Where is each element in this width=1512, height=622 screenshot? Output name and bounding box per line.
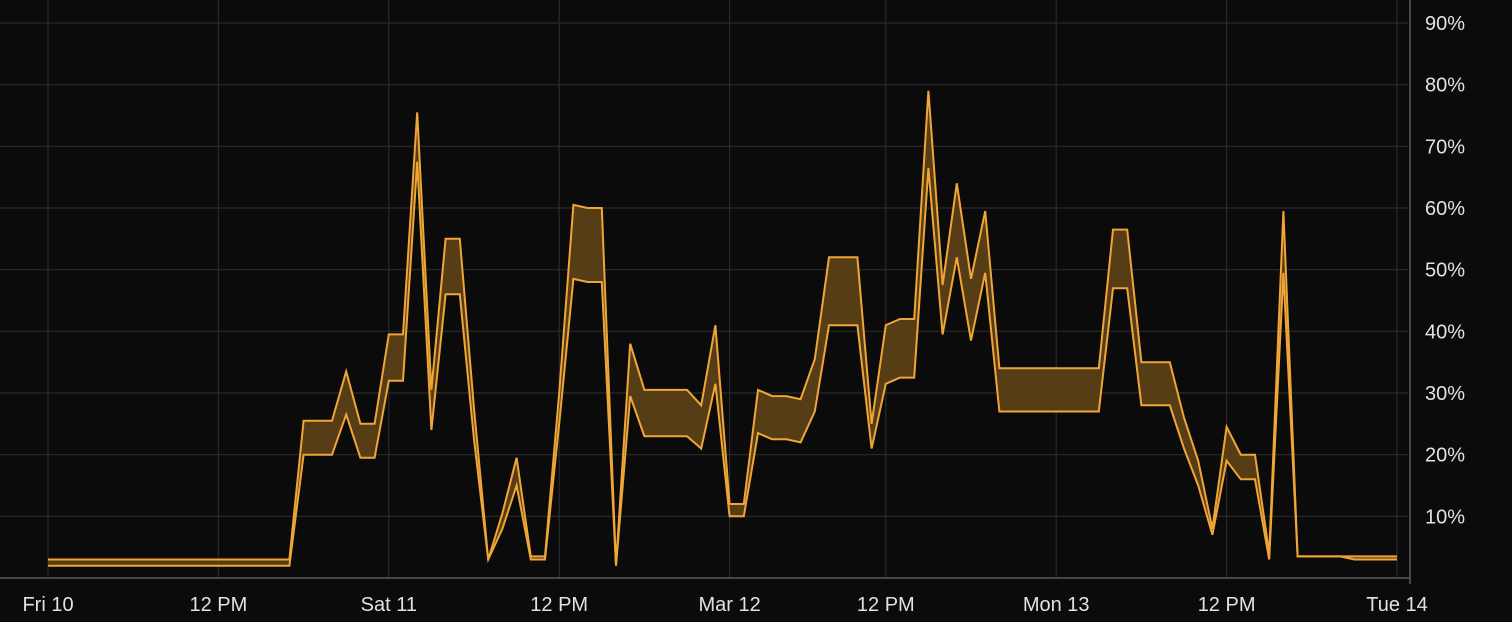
x-tick-label: 12 PM: [530, 594, 588, 616]
y-tick-label: 10%: [1425, 506, 1465, 528]
x-tick-label: Mar 12: [698, 594, 760, 616]
y-tick-label: 70%: [1425, 136, 1465, 158]
x-tick-label: Mon 13: [1023, 594, 1090, 616]
y-tick-labels: 10% 20% 30% 40% 50% 60% 70% 80% 90%: [1425, 13, 1465, 528]
chart: Fri 10 12 PM Sat 11 12 PM Mar 12 12 PM Mon 13 1…: [0, 0, 1512, 622]
x-tick-labels: Fri 10 12 PM Sat 11 12 PM Mar 12 12 PM Mon 13 1…: [22, 594, 1427, 616]
x-tick-label: Tue 14: [1366, 594, 1428, 616]
y-tick-label: 50%: [1425, 260, 1465, 282]
x-tick-label: 12 PM: [857, 594, 915, 616]
y-tick-label: 90%: [1425, 13, 1465, 35]
x-tick-label: 12 PM: [189, 594, 247, 616]
x-tick-label: Fri 10: [22, 594, 73, 616]
x-tick-label: 12 PM: [1198, 594, 1256, 616]
y-tick-label: 40%: [1425, 321, 1465, 343]
y-tick-label: 20%: [1425, 445, 1465, 467]
x-tick-label: Sat 11: [361, 594, 417, 616]
y-tick-label: 80%: [1425, 75, 1465, 97]
y-tick-label: 30%: [1425, 383, 1465, 405]
y-tick-label: 60%: [1425, 198, 1465, 220]
